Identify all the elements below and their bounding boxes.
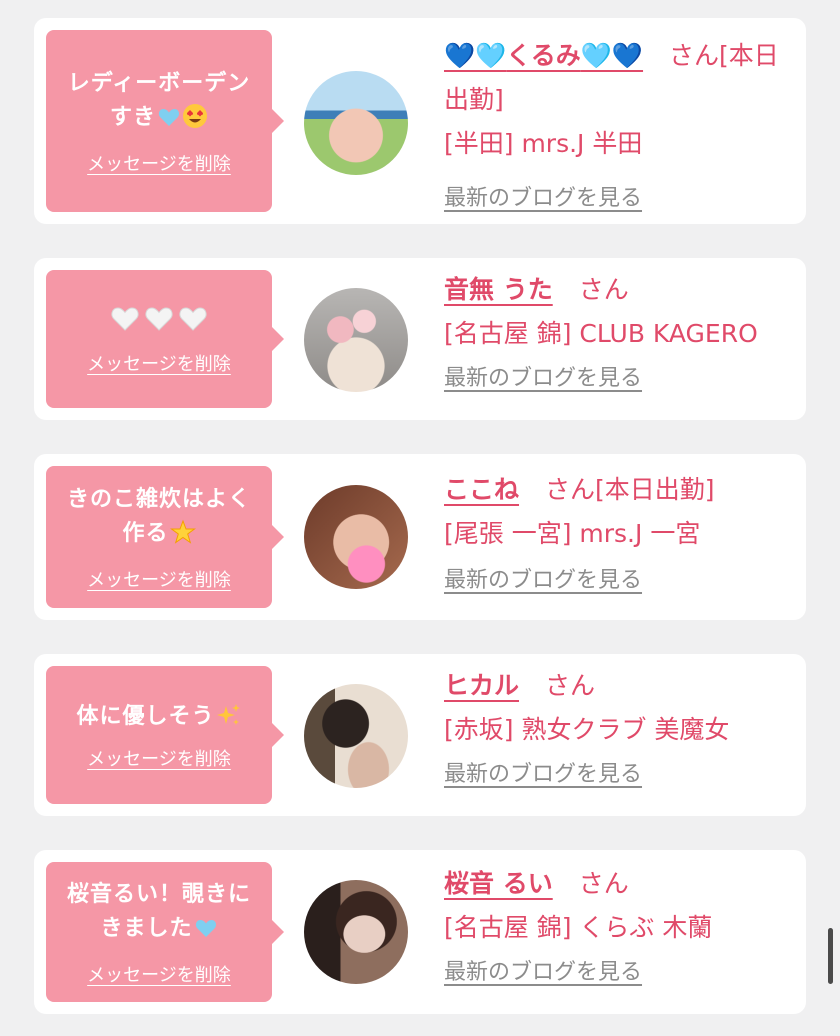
latest-blog-link[interactable]: 最新のブログを見る	[444, 562, 642, 594]
profile-name-link[interactable]: 桜音 るい	[444, 869, 553, 898]
avatar[interactable]	[304, 71, 408, 175]
avatar[interactable]	[304, 684, 408, 788]
honorific-status: さん[本日出勤]	[545, 475, 715, 504]
shop-name: [名古屋 錦] CLUB KAGERO	[444, 319, 758, 348]
latest-blog-link[interactable]: 最新のブログを見る	[444, 180, 642, 212]
scrollbar-thumb[interactable]	[828, 928, 833, 984]
message-bubble: 桜音るい！覗きに きました メッセージを削除	[46, 862, 284, 1002]
blue-hearts-icon: 🩵💙	[580, 41, 644, 70]
latest-blog-link[interactable]: 最新のブログを見る	[444, 954, 642, 986]
profile-name-link[interactable]: 音無 うた	[444, 275, 553, 304]
shop-name: [半田] mrs.J 半田	[444, 129, 643, 158]
profile-info: 音無 うた さん [名古屋 錦] CLUB KAGERO 最新のブログを見る	[444, 268, 788, 392]
profile-info: 💙🩵くるみ🩵💙 さん[本日出勤] [半田] mrs.J 半田 最新のブログを見る	[444, 34, 788, 212]
shop-name: [名古屋 錦] くらぶ 木蘭	[444, 913, 713, 942]
message-bubble: きのこ雑炊はよく 作る メッセージを削除	[46, 466, 284, 608]
profile-info: ここね さん[本日出勤] [尾張 一宮] mrs.J 一宮 最新のブログを見る	[444, 468, 788, 594]
delete-message-link[interactable]: メッセージを削除	[87, 150, 231, 176]
delete-message-link[interactable]: メッセージを削除	[87, 350, 231, 376]
shop-name: [尾張 一宮] mrs.J 一宮	[444, 519, 701, 548]
avatar[interactable]	[304, 880, 408, 984]
delete-message-link[interactable]: メッセージを削除	[87, 961, 231, 987]
white-hearts-icon	[109, 306, 209, 339]
sparkles-icon	[216, 702, 242, 739]
avatar[interactable]	[304, 485, 408, 589]
profile-name-link[interactable]: ヒカル	[444, 671, 519, 700]
message-bubble: 体に優しそう メッセージを削除	[46, 666, 284, 804]
delete-message-link[interactable]: メッセージを削除	[87, 566, 231, 592]
latest-blog-link[interactable]: 最新のブログを見る	[444, 756, 642, 788]
message-card-hikaru: 体に優しそう メッセージを削除 ヒカル さん [赤坂] 熟女クラブ 美魔女 最新の…	[34, 654, 806, 816]
delete-message-link[interactable]: メッセージを削除	[87, 745, 231, 771]
message-text: きのこ雑炊はよく 作る	[66, 486, 251, 546]
honorific-status: さん	[545, 671, 596, 700]
honorific-status: さん	[578, 869, 629, 898]
light-blue-heart-icon	[194, 916, 218, 951]
message-bubble: メッセージを削除	[46, 270, 284, 408]
heart-eyes-emoji-icon	[182, 103, 208, 140]
message-card-uta: メッセージを削除 音無 うた さん [名古屋 錦] CLUB KAGERO 最新の…	[34, 258, 806, 420]
light-blue-heart-icon	[157, 105, 181, 140]
message-card-kokone: きのこ雑炊はよく 作る メッセージを削除 ここね さん[本日出勤] [尾張 一宮] …	[34, 454, 806, 620]
message-card-kurumi: レディーボーデン すき メッセージを削除 💙🩵くるみ🩵💙 さん[本日出勤] [半田]…	[34, 18, 806, 224]
profile-info: ヒカル さん [赤坂] 熟女クラブ 美魔女 最新のブログを見る	[444, 664, 788, 788]
honorific-status: さん	[578, 275, 629, 304]
blue-hearts-icon: 💙🩵	[444, 41, 507, 70]
latest-blog-link[interactable]: 最新のブログを見る	[444, 360, 642, 392]
profile-info: 桜音 るい さん [名古屋 錦] くらぶ 木蘭 最新のブログを見る	[444, 862, 788, 986]
glowing-star-icon	[169, 519, 196, 556]
message-card-rui: 桜音るい！覗きに きました メッセージを削除 桜音 るい さん [名古屋 錦] くら…	[34, 850, 806, 1014]
shop-name: [赤坂] 熟女クラブ 美魔女	[444, 715, 730, 744]
message-bubble: レディーボーデン すき メッセージを削除	[46, 30, 284, 212]
profile-name-link[interactable]: 💙🩵くるみ🩵💙	[444, 41, 643, 70]
message-text: 桜音るい！覗きに きました	[66, 881, 251, 941]
message-text: 体に優しそう	[76, 703, 215, 729]
profile-name-link[interactable]: ここね	[444, 475, 519, 504]
avatar[interactable]	[304, 288, 408, 392]
